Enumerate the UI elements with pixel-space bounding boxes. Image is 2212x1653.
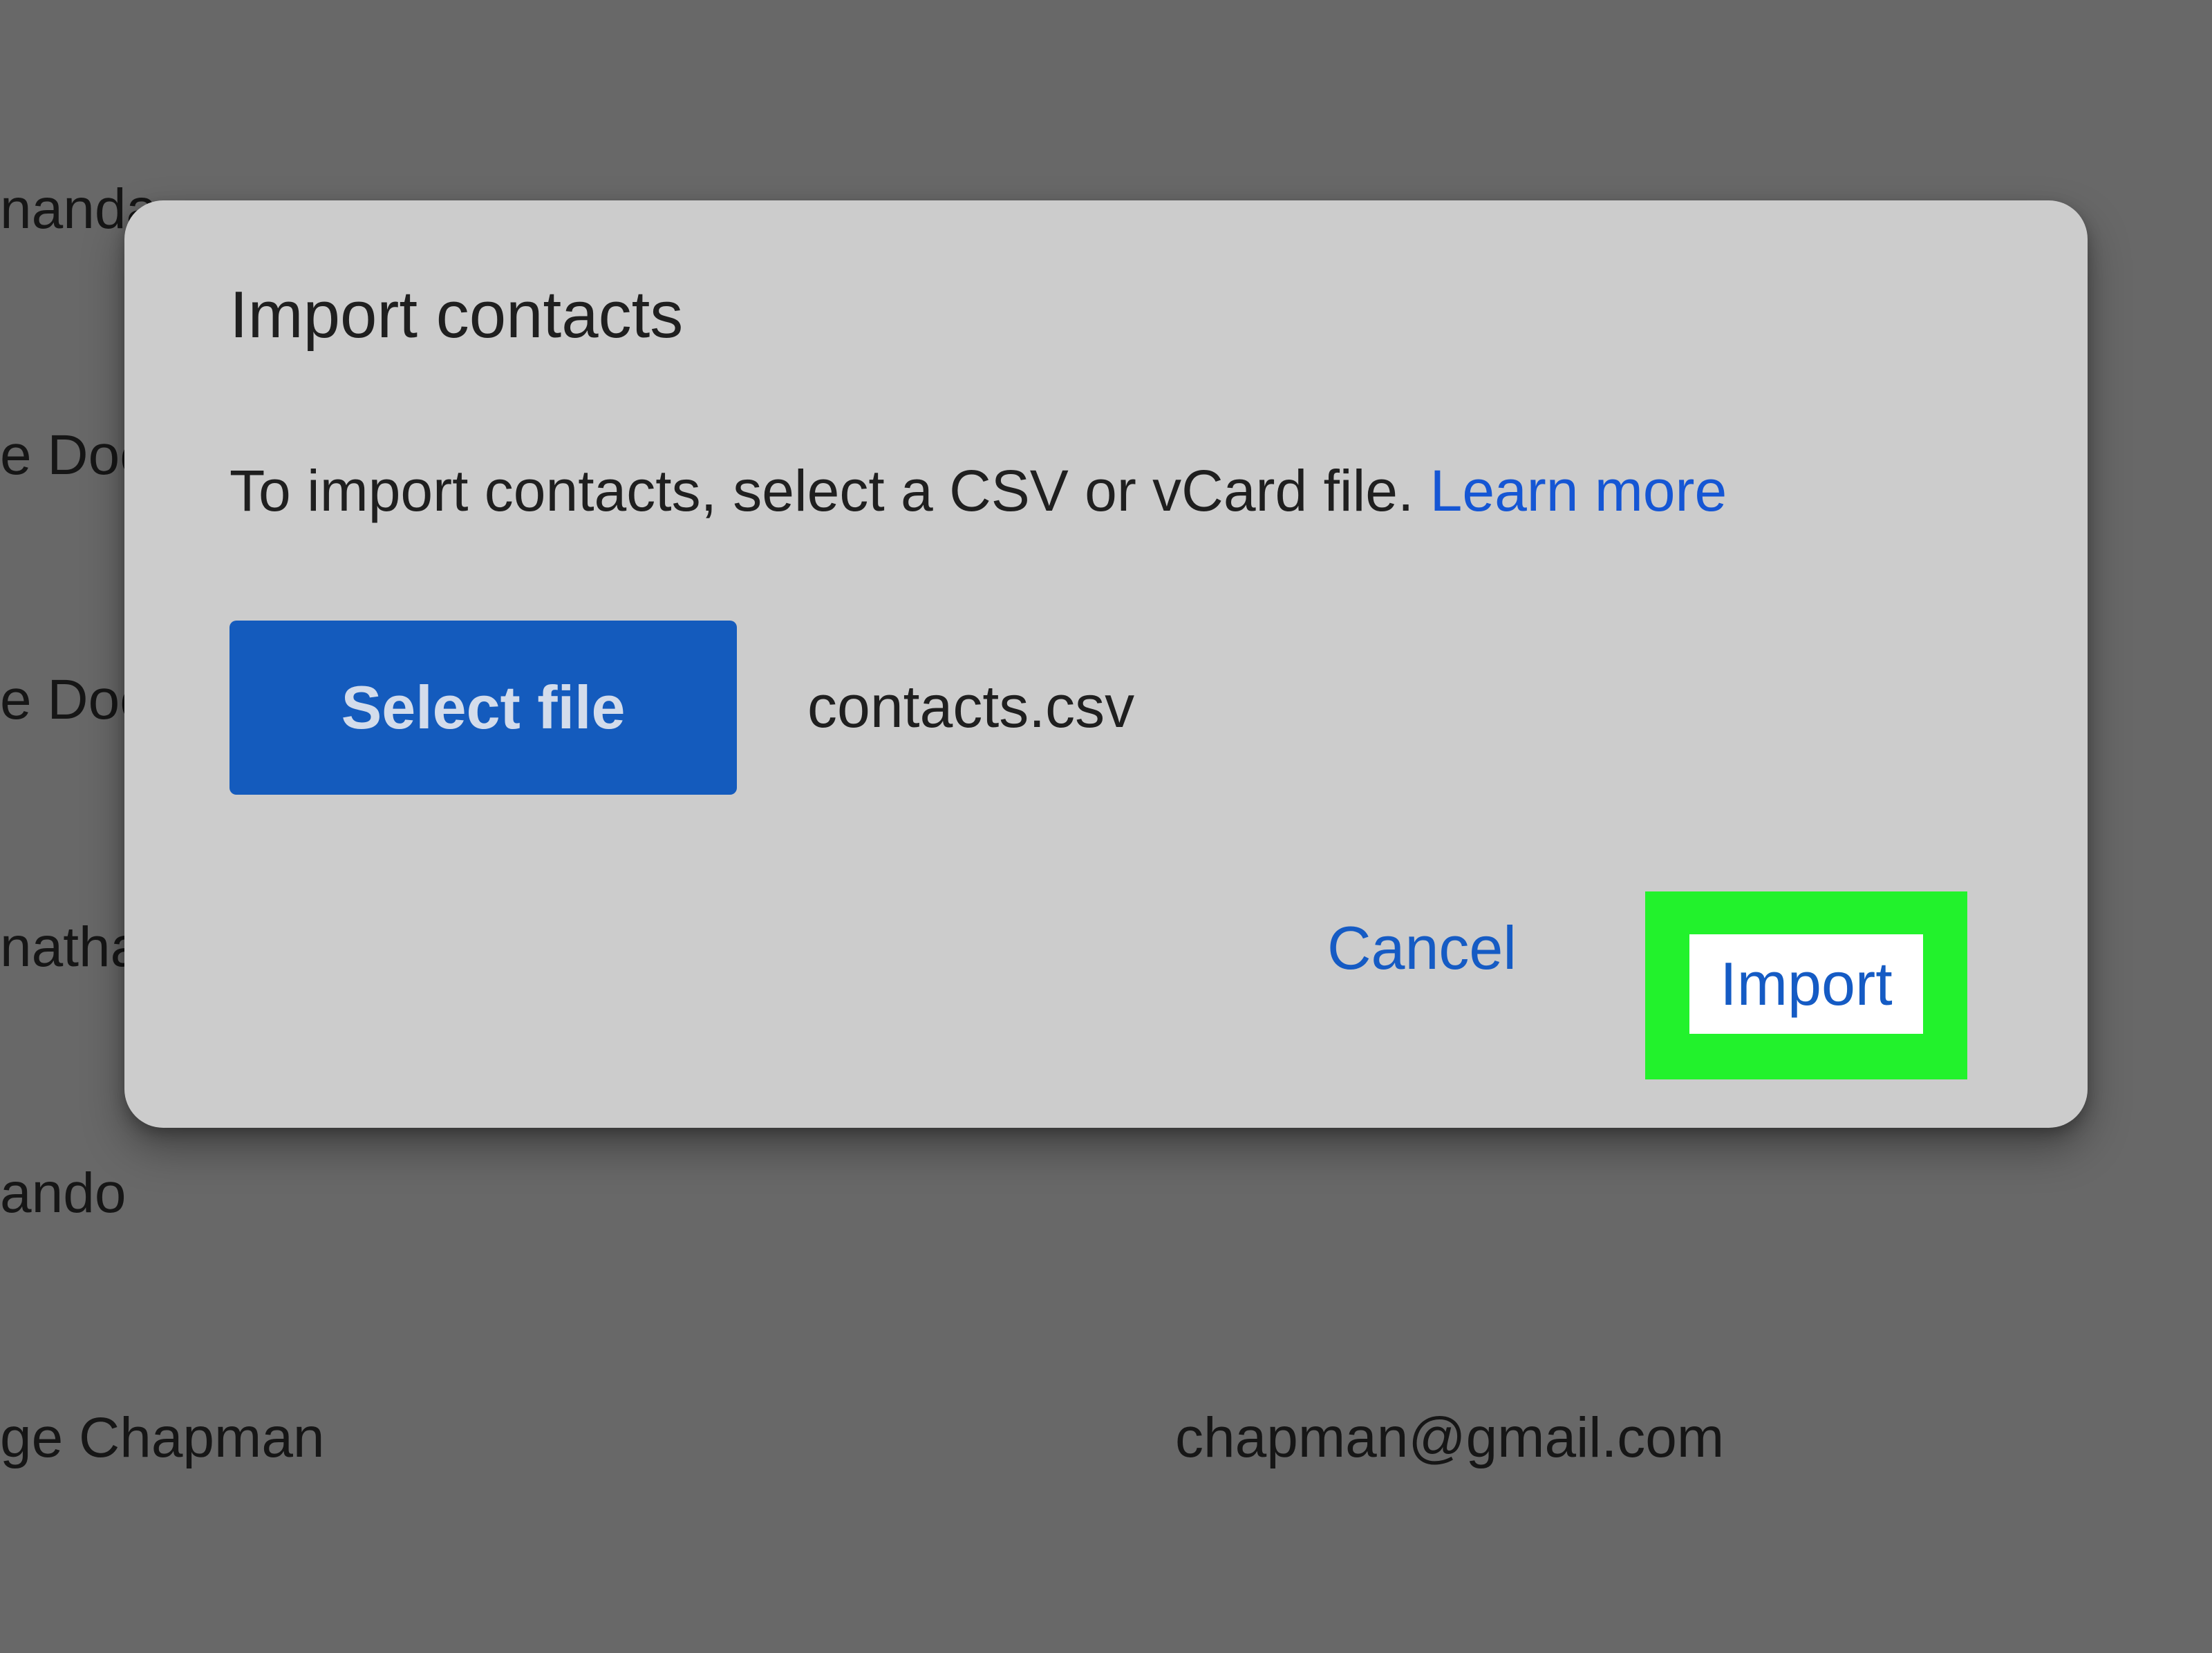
learn-more-link[interactable]: Learn more	[1430, 458, 1727, 523]
dialog-title: Import contacts	[229, 278, 684, 352]
contact-name: natha	[0, 916, 142, 979]
dialog-description: To import contacts, select a CSV or vCar…	[229, 456, 1727, 526]
contact-name: ge Chapman	[0, 1406, 325, 1469]
select-file-button[interactable]: Select file	[229, 621, 737, 795]
import-button[interactable]: Import	[1689, 934, 1923, 1034]
contact-email: chapman@gmail.com	[1175, 1406, 1725, 1469]
description-text: To import contacts, select a CSV or vCar…	[229, 458, 1430, 523]
contact-name: ando	[0, 1162, 126, 1225]
import-contacts-dialog: Import contacts To import contacts, sele…	[124, 200, 2088, 1128]
cancel-button[interactable]: Cancel	[1327, 907, 1517, 990]
import-button-highlight: Import	[1645, 891, 1967, 1079]
selected-file-name: contacts.csv	[807, 674, 1135, 740]
